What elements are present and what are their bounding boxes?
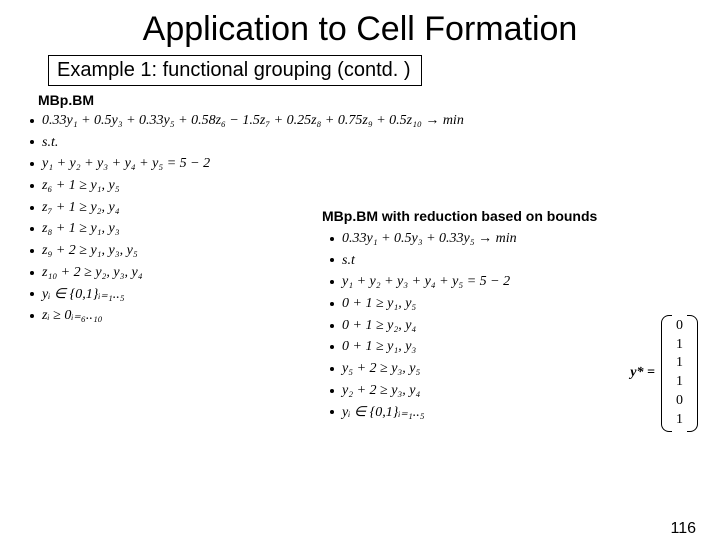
left-d1: yᵢ ∈ {0,1}ᵢ₌₁..₅ xyxy=(42,287,125,302)
bullet-icon xyxy=(30,162,34,166)
left-objective: 0.33y₁ + 0.5y₃ + 0.33y₅ + 0.58z₆ − 1.5z₇… xyxy=(42,113,464,128)
ystar-label: y* = xyxy=(630,365,655,381)
left-c3: z₇ + 1 ≥ y₂, y₄ xyxy=(42,200,120,215)
bullet-icon xyxy=(30,249,34,253)
left-d2: zᵢ ≥ 0ᵢ₌₆..₁₀ xyxy=(42,308,103,323)
ystar-v5: 1 xyxy=(676,411,683,430)
bullet-icon xyxy=(330,367,334,371)
ystar-solution: y* = 0 1 1 1 0 1 xyxy=(630,315,698,432)
right-objective: 0.33y₁ + 0.5y₃ + 0.33y₅ → min xyxy=(342,231,517,246)
left-c4: z₈ + 1 ≥ y₁, y₃ xyxy=(42,221,120,236)
right-label: MBp.BM with reduction based on bounds xyxy=(322,208,702,224)
left-st: s.t. xyxy=(42,135,58,150)
bullet-icon xyxy=(330,389,334,393)
ystar-v3: 1 xyxy=(676,373,683,392)
page-title: Application to Cell Formation xyxy=(40,10,680,49)
right-c4: 0 + 1 ≥ y₁, y₃ xyxy=(342,339,416,354)
bullet-icon xyxy=(330,410,334,414)
bullet-icon xyxy=(30,140,34,144)
right-st: s.t xyxy=(342,253,355,268)
subtitle-text: Example 1: functional grouping (contd. ) xyxy=(48,55,422,86)
bullet-icon xyxy=(30,227,34,231)
bullet-icon xyxy=(330,324,334,328)
left-c2: z₆ + 1 ≥ y₁, y₅ xyxy=(42,178,120,193)
bullet-icon xyxy=(30,184,34,188)
bullet-icon xyxy=(30,314,34,318)
paren-right-icon xyxy=(687,315,698,432)
left-c1: y₁ + y₂ + y₃ + y₄ + y₅ = 5 − 2 xyxy=(42,156,210,171)
bullet-icon xyxy=(330,258,334,262)
bullet-icon xyxy=(330,345,334,349)
paren-left-icon xyxy=(661,315,672,432)
bullet-icon xyxy=(30,292,34,296)
left-c6: z₁₀ + 2 ≥ y₂, y₃, y₄ xyxy=(42,265,143,280)
bullet-icon xyxy=(330,280,334,284)
right-c2: 0 + 1 ≥ y₁, y₅ xyxy=(342,296,416,311)
ystar-vector: 0 1 1 1 0 1 xyxy=(661,315,698,432)
right-c3: 0 + 1 ≥ y₂, y₄ xyxy=(342,318,416,333)
right-d1: yᵢ ∈ {0,1}ᵢ₌₁..₅ xyxy=(342,405,425,420)
bullet-icon xyxy=(330,237,334,241)
bullet-icon xyxy=(30,271,34,275)
left-label: MBp.BM xyxy=(38,92,720,108)
left-c5: z₉ + 2 ≥ y₁, y₃, y₅ xyxy=(42,243,138,258)
subtitle-box: Example 1: functional grouping (contd. ) xyxy=(48,55,672,86)
ystar-v0: 0 xyxy=(676,317,683,336)
bullet-icon xyxy=(30,206,34,210)
right-c1: y₁ + y₂ + y₃ + y₄ + y₅ = 5 − 2 xyxy=(342,274,510,289)
ystar-v2: 1 xyxy=(676,354,683,373)
bullet-icon xyxy=(30,119,34,123)
right-c6: y₂ + 2 ≥ y₃, y₄ xyxy=(342,383,420,398)
ystar-v1: 1 xyxy=(676,336,683,355)
right-c5: y₅ + 2 ≥ y₃, y₅ xyxy=(342,361,420,376)
bullet-icon xyxy=(330,302,334,306)
page-number: 116 xyxy=(670,520,696,538)
ystar-v4: 0 xyxy=(676,392,683,411)
